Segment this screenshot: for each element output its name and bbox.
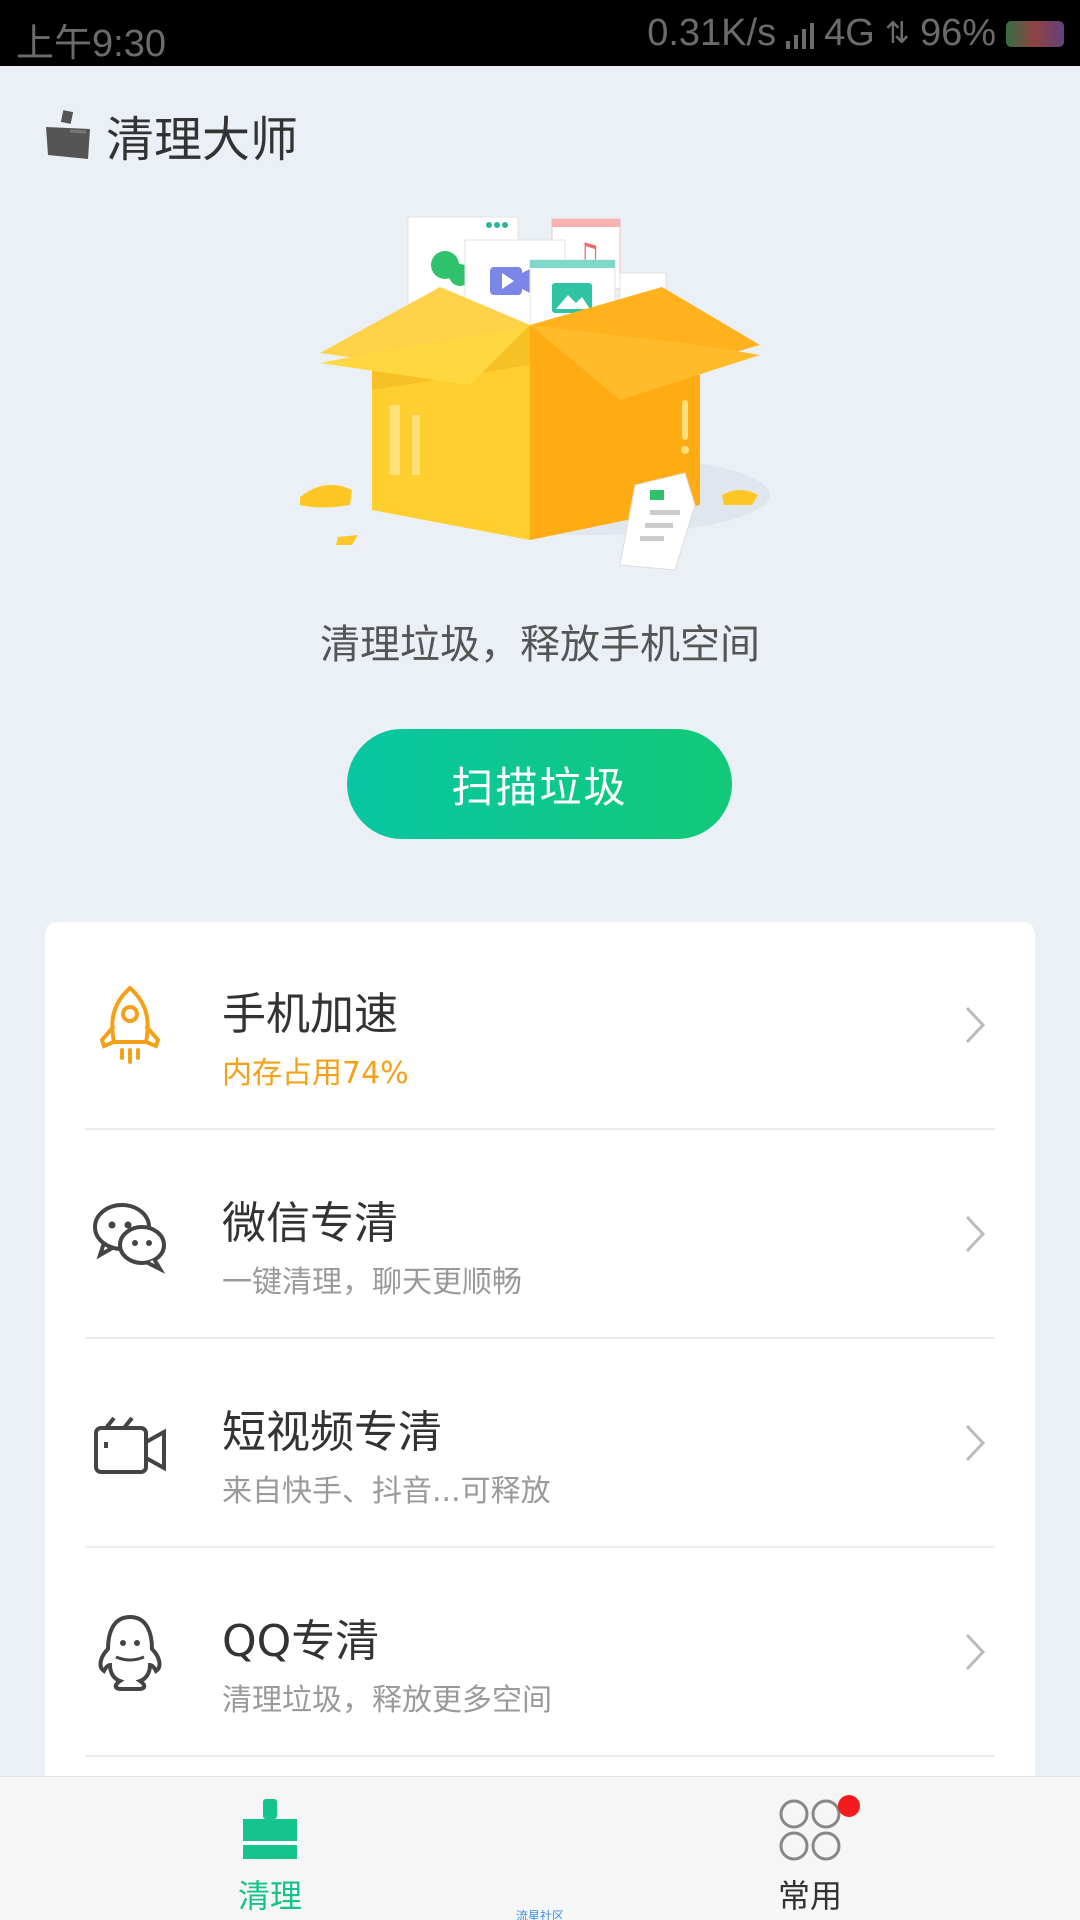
status-time: 上午9:30 — [16, 23, 166, 65]
item-subtitle: 清理垃圾，释放更多空间 — [222, 1683, 552, 1718]
signal-icon — [786, 19, 815, 49]
notification-badge — [838, 1795, 860, 1817]
item-title: 微信专清 — [222, 1198, 398, 1249]
qq-penguin-icon — [98, 1614, 162, 1691]
network-speed: 0.31K/s — [647, 12, 777, 54]
memory-usage-text: 内存占用74% — [222, 1056, 409, 1091]
item-subtitle: 一键清理，聊天更顺畅 — [222, 1265, 522, 1300]
broom-icon — [46, 110, 90, 159]
list-item-qq-clean[interactable]: QQ专清 清理垃圾，释放更多空间 — [85, 1549, 995, 1757]
hero-box-illustration: ♫ — [300, 216, 770, 571]
battery-icon — [1006, 20, 1064, 47]
item-title: 手机加速 — [222, 989, 398, 1040]
chevron-right-icon — [965, 1633, 986, 1671]
list-item-wechat-clean[interactable]: 微信专清 一键清理，聊天更顺畅 — [85, 1131, 995, 1339]
feature-list-card: 手机加速 内存占用74% 微信专清 一键清理，聊天更顺畅 短视频专清 来自快手、… — [45, 922, 1035, 1920]
tab-common[interactable]: 常用 — [710, 1777, 910, 1920]
item-subtitle: 来自快手、抖音...可释放 — [222, 1474, 551, 1509]
scan-junk-button[interactable]: 扫描垃圾 — [347, 729, 732, 839]
app-title: 清理大师 — [106, 112, 299, 168]
grid-circles-icon — [779, 1799, 841, 1861]
battery-percent: 96% — [919, 12, 996, 54]
list-item-phone-boost[interactable]: 手机加速 内存占用74% — [85, 922, 995, 1130]
broom-icon — [243, 1799, 297, 1859]
app-header: 清理大师 — [40, 100, 298, 170]
list-item-short-video-clean[interactable]: 短视频专清 来自快手、抖音...可释放 — [85, 1340, 995, 1548]
item-title: 短视频专清 — [222, 1407, 442, 1458]
tab-clean[interactable]: 清理 — [170, 1777, 370, 1920]
status-indicators: 0.31K/s 4G ⇅ 96% — [647, 12, 1064, 55]
watermark: 流星社区 — [515, 1909, 564, 1920]
data-transfer-icon: ⇅ — [884, 17, 910, 50]
video-camera-icon — [94, 1416, 166, 1474]
chevron-right-icon — [965, 1215, 986, 1253]
chevron-right-icon — [965, 1424, 986, 1462]
tagline: 清理垃圾，释放手机空间 — [320, 622, 760, 668]
status-bar: 上午9:30 0.31K/s 4G ⇅ 96% — [0, 0, 1080, 66]
chevron-right-icon — [965, 1006, 986, 1044]
bottom-nav: 清理 常用 流星社区 — [0, 1776, 1080, 1920]
network-type: 4G — [824, 12, 875, 54]
wechat-icon — [93, 1203, 166, 1274]
rocket-icon — [99, 985, 161, 1064]
item-title: QQ专清 — [222, 1616, 380, 1667]
